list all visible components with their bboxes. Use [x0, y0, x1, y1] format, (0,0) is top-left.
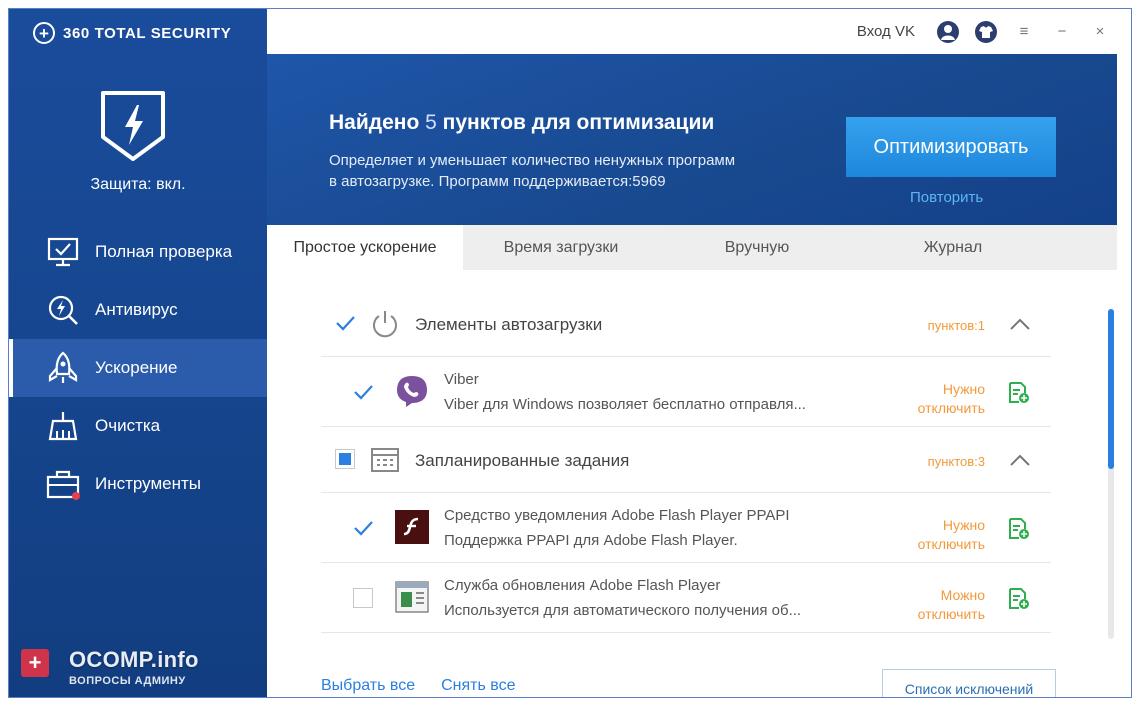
tab-boot-time[interactable]: Время загрузки [463, 225, 659, 270]
broom-icon [45, 408, 81, 444]
brand-name: 360 TOTAL SECURITY [63, 24, 232, 42]
sidebar-nav: Полная проверка Антивирус Ускорение Очис… [9, 223, 267, 513]
update-service-icon [393, 578, 431, 616]
retry-link[interactable]: Повторить [910, 189, 983, 206]
item-checkbox[interactable] [353, 518, 373, 538]
group-count: пунктов:1 [927, 318, 985, 333]
title-bar: Вход VK ≡ − × [267, 9, 1131, 54]
status-line: Нужно [942, 381, 985, 397]
banner-title: Найдено 5 пунктов для оптимизации [329, 111, 714, 135]
ocomp-watermark: + OCOMP.info ВОПРОСЫ АДМИНУ [21, 645, 251, 693]
group-scheduled-tasks: Запланированные задания пунктов:3 [321, 427, 1051, 493]
item-description: Поддержка PPAPI для Adobe Flash Player. [444, 532, 738, 549]
status-line: отключить [917, 606, 985, 622]
banner-title-suffix: пунктов для оптимизации [442, 111, 715, 134]
app-window: + 360 TOTAL SECURITY Защита: вкл. Полная… [8, 8, 1132, 698]
item-description: Viber для Windows позволяет бесплатно от… [444, 396, 806, 413]
shield-icon [99, 89, 167, 163]
vk-login-link[interactable]: Вход VK [857, 23, 915, 40]
group-startup-items: Элементы автозагрузки пунктов:1 [321, 291, 1051, 357]
group-count: пунктов:3 [927, 454, 985, 469]
sidebar-item-label: Ускорение [95, 358, 178, 377]
deselect-all-link[interactable]: Снять все [441, 677, 515, 695]
list-item: Средство уведомления Adobe Flash Player … [321, 493, 1051, 563]
add-to-exceptions-icon[interactable] [1007, 587, 1031, 611]
sidebar-item-tools[interactable]: Инструменты [9, 455, 267, 513]
toolbox-icon [45, 466, 81, 502]
user-icon[interactable] [935, 19, 961, 45]
scrollbar-thumb[interactable] [1108, 309, 1114, 469]
close-icon[interactable]: × [1087, 19, 1113, 45]
chevron-up-icon[interactable] [1007, 447, 1033, 473]
tab-log[interactable]: Журнал [855, 225, 1051, 270]
sidebar-item-label: Антивирус [95, 300, 178, 319]
result-banner: Найдено 5 пунктов для оптимизации Опреде… [267, 54, 1117, 225]
status-line: Нужно [942, 517, 985, 533]
item-title: Служба обновления Adobe Flash Player [444, 577, 721, 594]
brand-logo-icon: + [33, 22, 55, 44]
chevron-up-icon[interactable] [1007, 311, 1033, 337]
list-item: Служба обновления Adobe Flash Player Исп… [321, 563, 1051, 633]
watermark-subtitle: ВОПРОСЫ АДМИНУ [69, 675, 186, 687]
footer-links: Выбрать все Снять все [321, 677, 516, 695]
calendar-icon [369, 443, 401, 475]
banner-description: Определяет и уменьшает количество ненужн… [329, 152, 736, 190]
item-checkbox[interactable] [353, 382, 373, 402]
sidebar-item-cleanup[interactable]: Очистка [9, 397, 267, 455]
group-label: Элементы автозагрузки [415, 315, 603, 334]
tab-manual[interactable]: Вручную [659, 225, 855, 270]
rocket-icon [45, 350, 81, 386]
sidebar-item-label: Инструменты [95, 474, 202, 493]
list-item: Viber Viber для Windows позволяет беспла… [321, 357, 1051, 427]
shirt-icon[interactable] [973, 19, 999, 45]
item-status: Можно отключить [895, 586, 985, 624]
select-all-link[interactable]: Выбрать все [321, 677, 415, 695]
item-title: Viber [444, 371, 479, 388]
minimize-icon[interactable]: − [1049, 19, 1075, 45]
sidebar-item-label: Полная проверка [95, 242, 233, 261]
power-icon [369, 307, 401, 339]
sidebar-item-label: Очистка [95, 416, 161, 435]
list-scrollbar[interactable] [1108, 309, 1114, 639]
optimize-button[interactable]: Оптимизировать [846, 117, 1056, 177]
item-title: Средство уведомления Adobe Flash Player … [444, 507, 790, 524]
item-checkbox[interactable] [353, 588, 373, 608]
group-checkbox[interactable] [335, 449, 355, 469]
flash-player-icon [393, 508, 431, 546]
watermark-badge: + [21, 649, 49, 677]
menu-icon[interactable]: ≡ [1011, 19, 1037, 45]
status-line: отключить [917, 536, 985, 552]
protection-status: Защита: вкл. [90, 176, 186, 193]
monitor-check-icon [45, 234, 81, 270]
exceptions-list-button[interactable]: Список исключений [882, 669, 1056, 697]
sidebar-item-speedup[interactable]: Ускорение [9, 339, 267, 397]
banner-title-prefix: Найдено [329, 111, 420, 134]
sidebar-item-antivirus[interactable]: Антивирус [9, 281, 267, 339]
magnifier-bolt-icon [45, 292, 81, 328]
tab-simple-speedup[interactable]: Простое ускорение [267, 225, 463, 270]
viber-icon [393, 372, 431, 410]
sidebar: + 360 TOTAL SECURITY Защита: вкл. Полная… [9, 9, 267, 697]
add-to-exceptions-icon[interactable] [1007, 381, 1031, 405]
brand: + 360 TOTAL SECURITY [33, 21, 231, 45]
item-description: Используется для автоматического получен… [444, 602, 802, 619]
watermark-title: OCOMP.info [69, 647, 199, 672]
item-status: Нужно отключить [895, 380, 985, 418]
status-line: отключить [917, 400, 985, 416]
sidebar-item-full-scan[interactable]: Полная проверка [9, 223, 267, 281]
add-to-exceptions-icon[interactable] [1007, 517, 1031, 541]
banner-title-count: 5 [425, 111, 437, 134]
group-label: Запланированные задания [415, 451, 630, 470]
item-status: Нужно отключить [895, 516, 985, 554]
group-checkbox[interactable] [335, 313, 355, 333]
status-line: Можно [940, 587, 985, 603]
optimization-list: Элементы автозагрузки пунктов:1 Viber Vi… [321, 291, 1051, 633]
tab-bar: Простое ускорение Время загрузки Вручную… [267, 225, 1117, 270]
